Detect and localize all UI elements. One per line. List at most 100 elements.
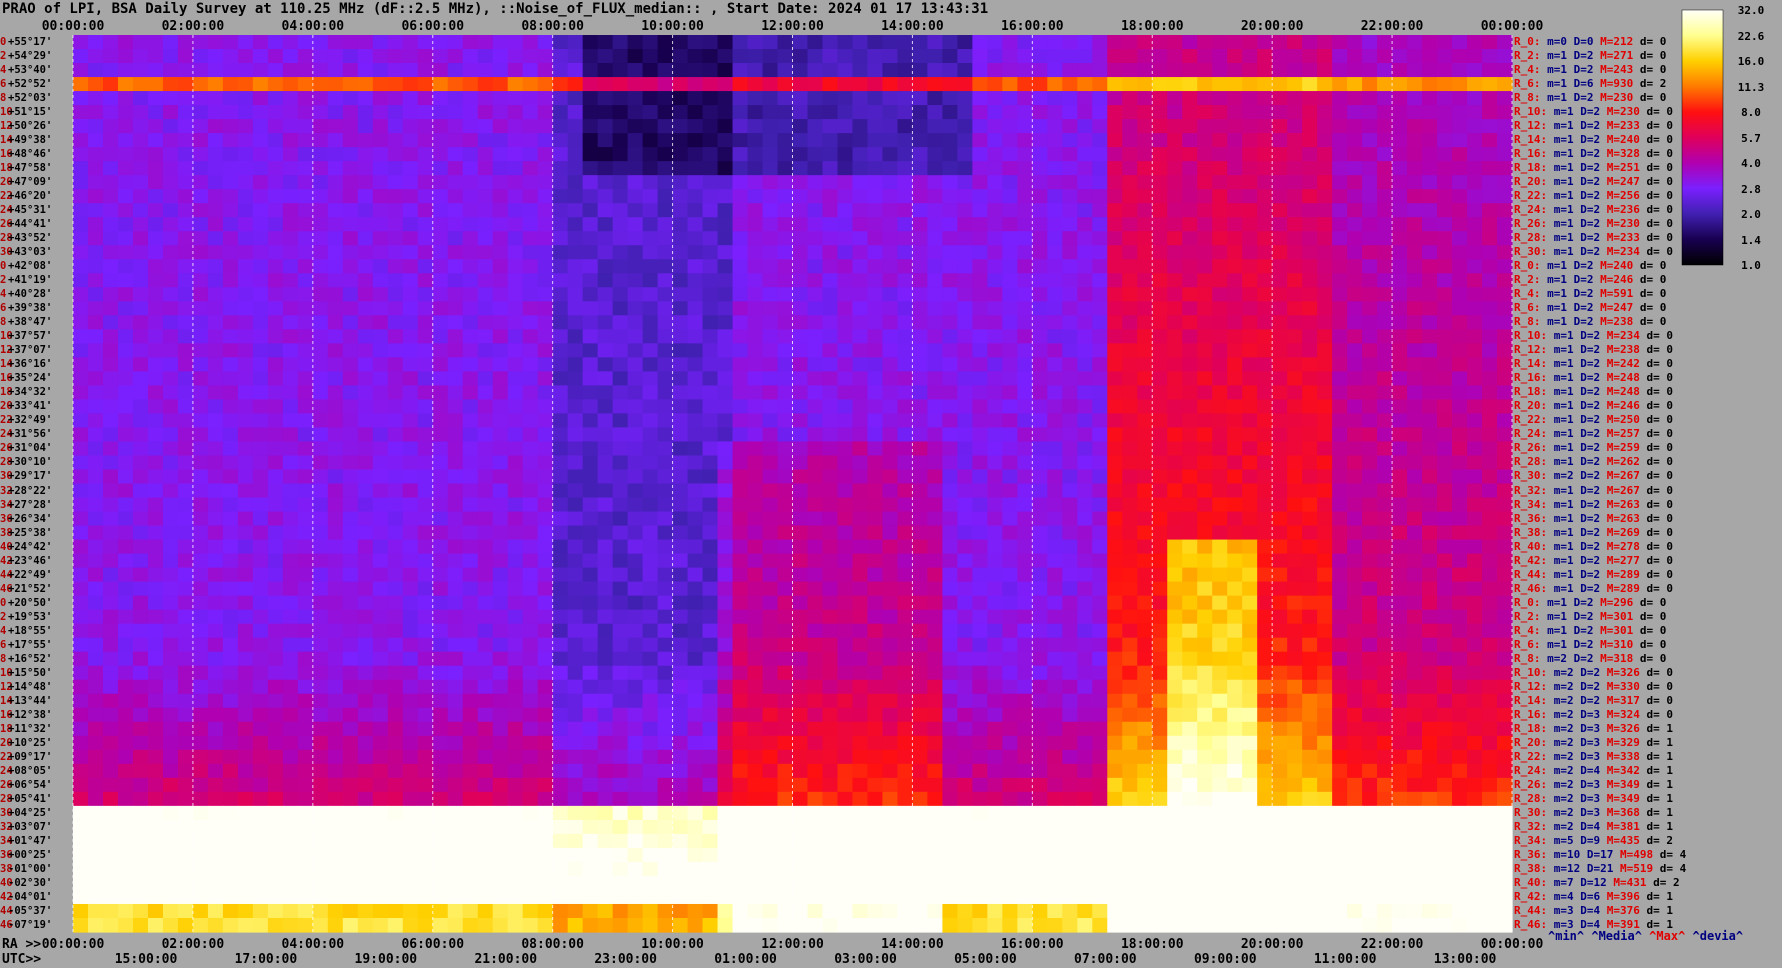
heatmap-cell (1167, 63, 1183, 78)
heatmap-cell (1257, 77, 1273, 92)
heatmap-cell (1092, 133, 1108, 148)
heatmap-cell (492, 35, 509, 50)
heatmap-cell (87, 231, 104, 246)
heatmap-cell (657, 175, 674, 190)
heatmap-cell (1392, 497, 1408, 513)
heatmap-cell (852, 259, 869, 274)
heatmap-cell (897, 581, 914, 597)
heatmap-cell (1272, 91, 1288, 106)
heatmap-cell (972, 595, 988, 611)
heatmap-cell (1437, 91, 1453, 106)
heatmap-cell (1257, 161, 1273, 176)
heatmap-cell (1272, 77, 1288, 92)
heatmap-cell (1467, 343, 1483, 358)
heatmap-cell (357, 721, 374, 737)
heatmap-cell (147, 161, 164, 176)
heatmap-cell (477, 595, 494, 611)
heatmap-cell (447, 147, 464, 162)
heatmap-cell (1167, 147, 1183, 162)
heatmap-cell (657, 385, 674, 401)
heatmap-cell (1302, 315, 1318, 330)
heatmap-cell (1467, 385, 1483, 401)
heatmap-cell (1302, 385, 1318, 401)
heatmap-cell (117, 483, 134, 499)
heatmap-cell (1077, 413, 1093, 429)
heatmap-cell (1017, 63, 1033, 78)
heatmap-cell (222, 357, 239, 372)
heatmap-cell (1242, 189, 1258, 204)
heatmap-cell (1407, 273, 1423, 288)
heatmap-cell (747, 35, 764, 50)
heatmap-cell (867, 651, 884, 667)
heatmap-cell (882, 175, 899, 190)
heatmap-cell (342, 441, 359, 457)
heatmap-cell (312, 217, 329, 232)
heatmap-cell (1437, 63, 1453, 78)
heatmap-cell (1077, 133, 1093, 148)
heatmap-cell (1197, 147, 1213, 162)
heatmap-cell (927, 679, 943, 695)
heatmap-cell (1362, 119, 1378, 134)
heatmap-cell (687, 203, 704, 218)
heatmap-cell (1497, 665, 1513, 681)
heatmap-cell (1017, 525, 1033, 541)
heatmap-cell (1242, 105, 1258, 120)
heatmap-cell (1107, 329, 1123, 344)
heatmap-cell (387, 539, 404, 555)
heatmap-cell (492, 469, 509, 485)
heatmap-cell (807, 553, 824, 569)
heatmap-cell (1197, 371, 1213, 386)
heatmap-cell (672, 217, 689, 232)
heatmap-cell (1287, 161, 1303, 176)
heatmap-cell (1107, 539, 1123, 555)
heatmap-cell (402, 161, 419, 176)
heatmap-cell (1122, 371, 1138, 386)
heatmap-cell (1212, 119, 1228, 134)
heatmap-cell (252, 595, 269, 611)
heatmap-cell (1062, 133, 1078, 148)
heatmap-cell (477, 441, 494, 457)
heatmap-cell (702, 161, 719, 176)
heatmap-cell (1047, 133, 1063, 148)
heatmap-cell (1332, 259, 1348, 274)
heatmap-cell (582, 539, 599, 555)
heatmap-cell (1452, 651, 1468, 667)
heatmap-cell (1227, 581, 1243, 597)
heatmap-cell (1317, 441, 1333, 457)
heatmap-cell (642, 567, 659, 583)
heatmap-cell (297, 595, 314, 611)
heatmap-cell (987, 399, 1003, 415)
heatmap-cell (432, 203, 449, 218)
heatmap-cell (1467, 77, 1483, 92)
heatmap-cell (687, 315, 704, 330)
heatmap-cell (807, 637, 824, 653)
heatmap-cell (73, 567, 89, 583)
heatmap-cell (372, 203, 389, 218)
heatmap-cell (1092, 217, 1108, 232)
heatmap-cell (1482, 77, 1498, 92)
heatmap-cell (567, 63, 584, 78)
heatmap-cell (1167, 609, 1183, 625)
heatmap-cell (477, 581, 494, 597)
heatmap-cell (87, 245, 104, 260)
heatmap-cell (792, 623, 809, 639)
heatmap-cell (1212, 105, 1228, 120)
heatmap-cell (987, 413, 1003, 429)
heatmap-cell (282, 35, 299, 50)
heatmap-cell (927, 119, 943, 134)
heatmap-cell (117, 749, 134, 765)
heatmap-cell (807, 567, 824, 583)
heatmap-cell (73, 721, 89, 737)
heatmap-cell (1422, 315, 1438, 330)
heatmap-cell (1332, 147, 1348, 162)
heatmap-cell (1362, 581, 1378, 597)
heatmap-cell (567, 245, 584, 260)
heatmap-cell (507, 77, 524, 92)
heatmap-cell (1092, 469, 1108, 485)
heatmap-cell (1182, 329, 1198, 344)
heatmap-cell (1077, 63, 1093, 78)
heatmap-cell (372, 469, 389, 485)
heatmap-cell (1062, 455, 1078, 471)
heatmap-cell (192, 385, 209, 401)
heatmap-cell (252, 119, 269, 134)
